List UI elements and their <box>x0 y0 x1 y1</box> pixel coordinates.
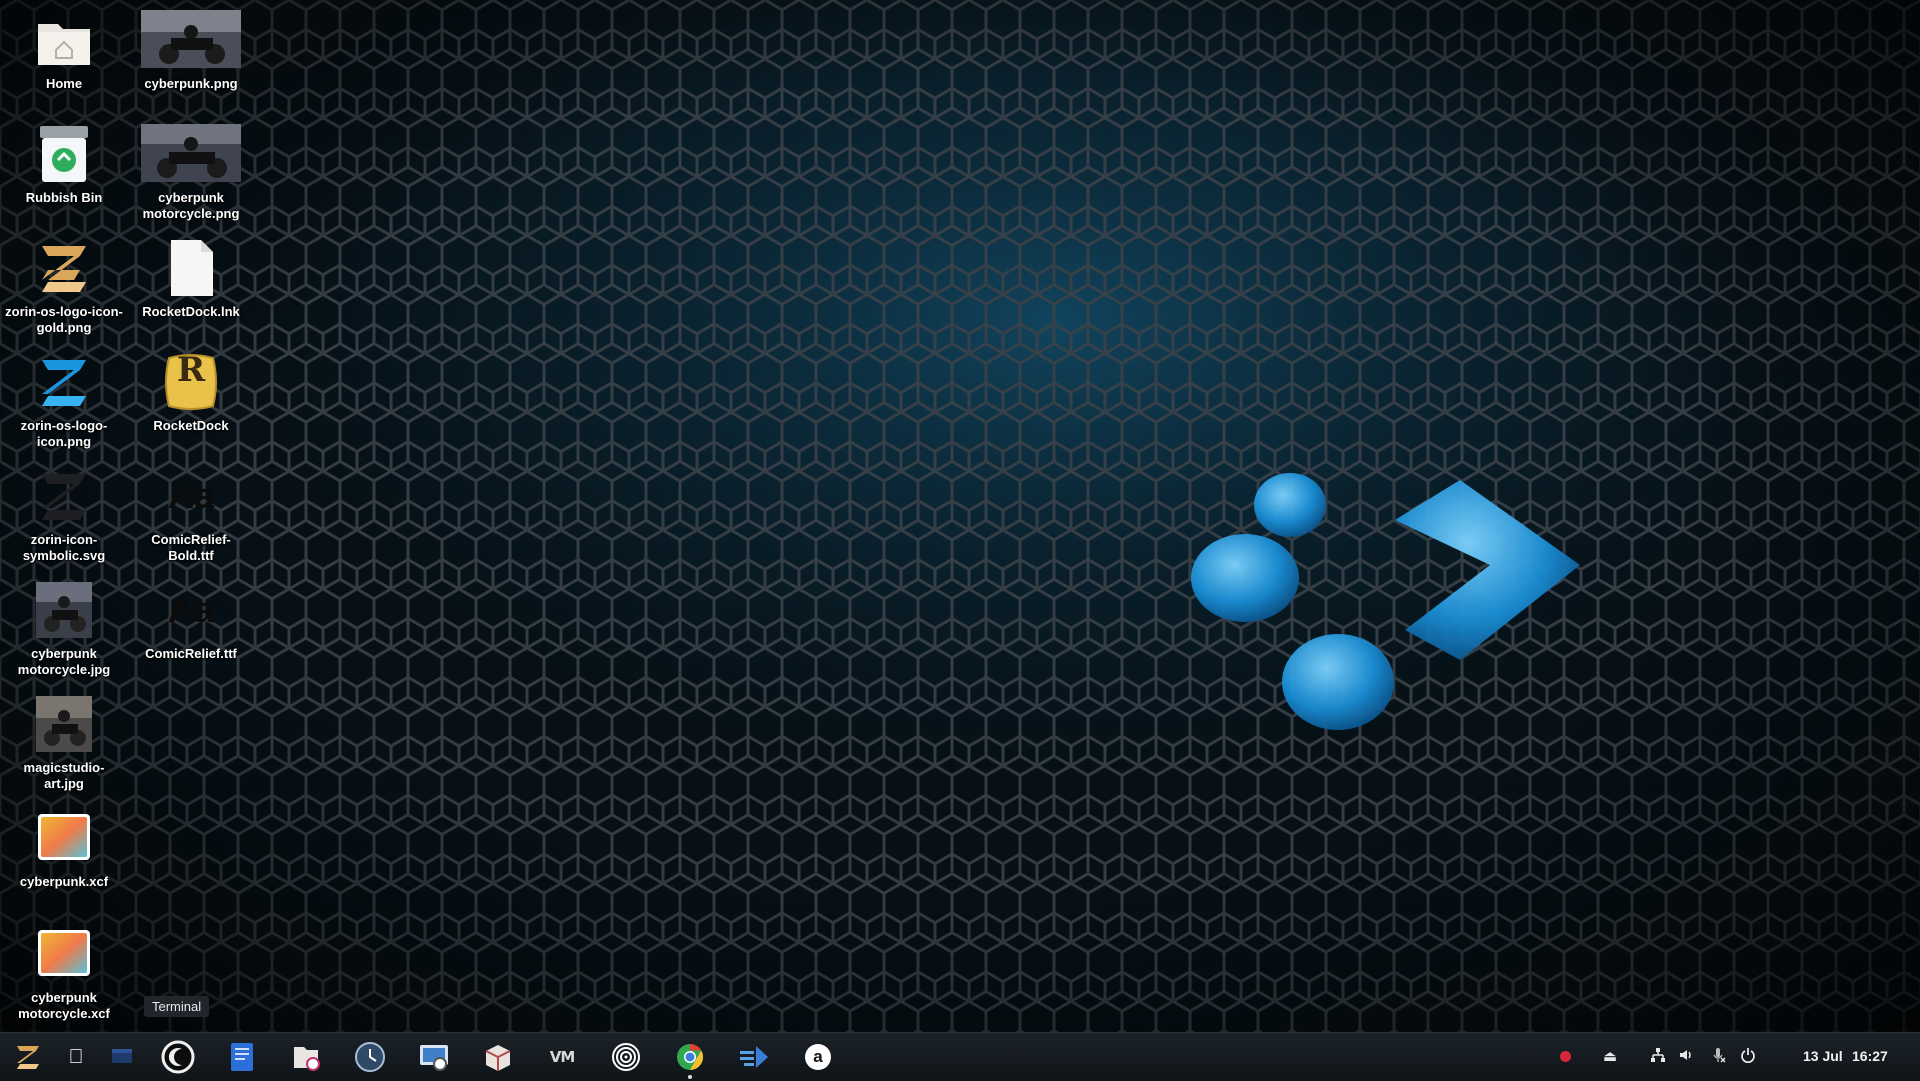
clock-icon <box>355 1042 385 1072</box>
amazon-button[interactable]: a <box>798 1039 838 1075</box>
home-folder-icon <box>34 10 94 70</box>
image-thumbnail-icon <box>34 580 94 640</box>
desktop-item-rubbish-bin[interactable]: Rubbish Bin <box>4 124 124 206</box>
zorin-gold-icon <box>34 238 94 298</box>
desktop-item-label: cyberpunk motorcycle.jpg <box>17 646 111 677</box>
rubbish-bin-icon <box>34 124 94 184</box>
spiral-icon <box>612 1043 640 1071</box>
blank-file-icon <box>161 238 221 298</box>
image-thumbnail-icon <box>141 10 241 70</box>
chrome-icon <box>677 1043 704 1071</box>
desktop-item-magicstudio-art[interactable]: magicstudio-art.jpg <box>4 694 124 792</box>
screenshot-icon <box>420 1045 448 1071</box>
desktop-wallpaper <box>0 0 1920 1080</box>
desktop-item-label: ComicRelief.ttf <box>145 646 237 661</box>
zorin-menu-button[interactable] <box>8 1039 48 1075</box>
text-editor-icon <box>231 1043 253 1071</box>
sendto-button[interactable] <box>734 1039 774 1075</box>
desktop-item-zorin-symbolic[interactable]: zorin-icon-symbolic.svg <box>4 466 124 564</box>
zorin-menu-icon <box>17 1046 39 1069</box>
clock-time[interactable]: 16:27 <box>1852 1048 1888 1064</box>
clock-date[interactable]: 13 Jul <box>1803 1048 1843 1064</box>
network-button[interactable] <box>1648 1047 1668 1067</box>
desktop-item-label: Home <box>45 76 83 91</box>
microphone-muted-icon <box>1713 1048 1726 1063</box>
desktop-item-cyberpunk-motorcycle-jpg[interactable]: cyberpunk motorcycle.jpg <box>4 580 124 678</box>
xcf-file-icon <box>34 808 94 868</box>
desktop-item-zorin-gold[interactable]: zorin-os-logo-icon-gold.png <box>4 238 124 336</box>
vm-icon: VM <box>549 1048 576 1066</box>
desktop-item-comicrelief[interactable]: Aa ComicRelief.ttf <box>131 580 251 662</box>
zorin-symbolic-icon <box>34 466 94 526</box>
workspace-icon <box>112 1049 132 1063</box>
taskbar:  VM a ⏏ <box>0 1032 1920 1081</box>
font-file-icon: Aa <box>161 466 221 526</box>
package-button[interactable] <box>478 1039 518 1075</box>
desktop-item-label: ComicRelief-Bold.ttf <box>151 532 231 563</box>
amazon-icon: a <box>805 1044 831 1070</box>
terminal-button[interactable] <box>158 1039 198 1075</box>
screenshot-button[interactable] <box>414 1039 454 1075</box>
terminal-icon <box>161 1040 195 1074</box>
desktop-item-label: cyberpunk motorcycle.xcf <box>18 990 110 1021</box>
volume-button[interactable] <box>1676 1047 1696 1067</box>
workspace-button[interactable] <box>102 1039 142 1075</box>
rocketdock-icon: R <box>161 352 221 412</box>
desktop-item-label: cyberpunk motorcycle.png <box>142 190 240 221</box>
desktop-item-cyberpunk-motorcycle-xcf[interactable]: cyberpunk motorcycle.xcf <box>4 924 124 1022</box>
vm-button[interactable]: VM <box>542 1039 582 1075</box>
running-indicator <box>688 1075 692 1079</box>
power-icon <box>1741 1048 1755 1064</box>
apple-button[interactable]:  <box>56 1039 96 1075</box>
spiral-button[interactable] <box>606 1039 646 1075</box>
desktop-item-cyberpunk-png[interactable]: cyberpunk.png <box>131 10 251 92</box>
desktop-item-zorin-blue[interactable]: zorin-os-logo-icon.png <box>4 352 124 450</box>
desktop-item-cyberpunk-motorcycle-png[interactable]: cyberpunk motorcycle.png <box>131 124 251 222</box>
desktop-item-rocketdock-lnk[interactable]: RocketDock.lnk <box>131 238 251 320</box>
font-preview: Aa <box>167 475 215 516</box>
desktop-item-label: RocketDock.lnk <box>142 304 240 319</box>
desktop-item-label: zorin-os-logo-icon-gold.png <box>5 304 123 335</box>
font-preview: Aa <box>167 589 215 630</box>
desktop-item-label: magicstudio-art.jpg <box>23 760 105 791</box>
desktop-item-label: zorin-icon-symbolic.svg <box>22 532 106 563</box>
desktop-item-label: Rubbish Bin <box>25 190 103 205</box>
terminal-tooltip: Terminal <box>144 996 210 1017</box>
font-file-icon: Aa <box>161 580 221 640</box>
image-thumbnail-icon <box>34 694 94 754</box>
desktop-item-home[interactable]: Home <box>4 10 124 92</box>
eject-button[interactable]: ⏏ <box>1600 1047 1620 1067</box>
record-icon <box>1559 1051 1571 1062</box>
chrome-button[interactable] <box>670 1039 710 1079</box>
volume-icon <box>1680 1050 1691 1060</box>
files-icon <box>294 1047 320 1071</box>
desktop-item-label: cyberpunk.png <box>144 76 238 91</box>
amazon-letter: a <box>813 1047 823 1066</box>
rocketdock-letter: R <box>176 350 206 390</box>
apple-icon:  <box>69 1046 84 1069</box>
clock-app-button[interactable] <box>350 1039 390 1075</box>
xcf-file-icon <box>34 924 94 984</box>
image-thumbnail-icon <box>141 124 241 184</box>
desktop-item-comicrelief-bold[interactable]: Aa ComicRelief-Bold.ttf <box>131 466 251 564</box>
microphone-button[interactable] <box>1708 1047 1728 1067</box>
desktop-item-rocketdock[interactable]: R RocketDock <box>131 352 251 434</box>
record-indicator[interactable] <box>1555 1047 1575 1067</box>
eject-icon: ⏏ <box>1602 1048 1618 1065</box>
text-editor-button[interactable] <box>222 1039 262 1075</box>
zorin-blue-icon <box>34 352 94 412</box>
files-button[interactable] <box>286 1039 326 1075</box>
sendto-icon <box>740 1046 768 1068</box>
desktop-item-cyberpunk-xcf[interactable]: cyberpunk.xcf <box>4 808 124 890</box>
package-icon <box>485 1045 511 1071</box>
desktop-item-label: cyberpunk.xcf <box>19 874 109 889</box>
network-icon <box>1651 1048 1665 1062</box>
power-button[interactable] <box>1738 1047 1758 1067</box>
desktop-item-label: RocketDock <box>153 418 229 433</box>
desktop-item-label: zorin-os-logo-icon.png <box>20 418 108 449</box>
